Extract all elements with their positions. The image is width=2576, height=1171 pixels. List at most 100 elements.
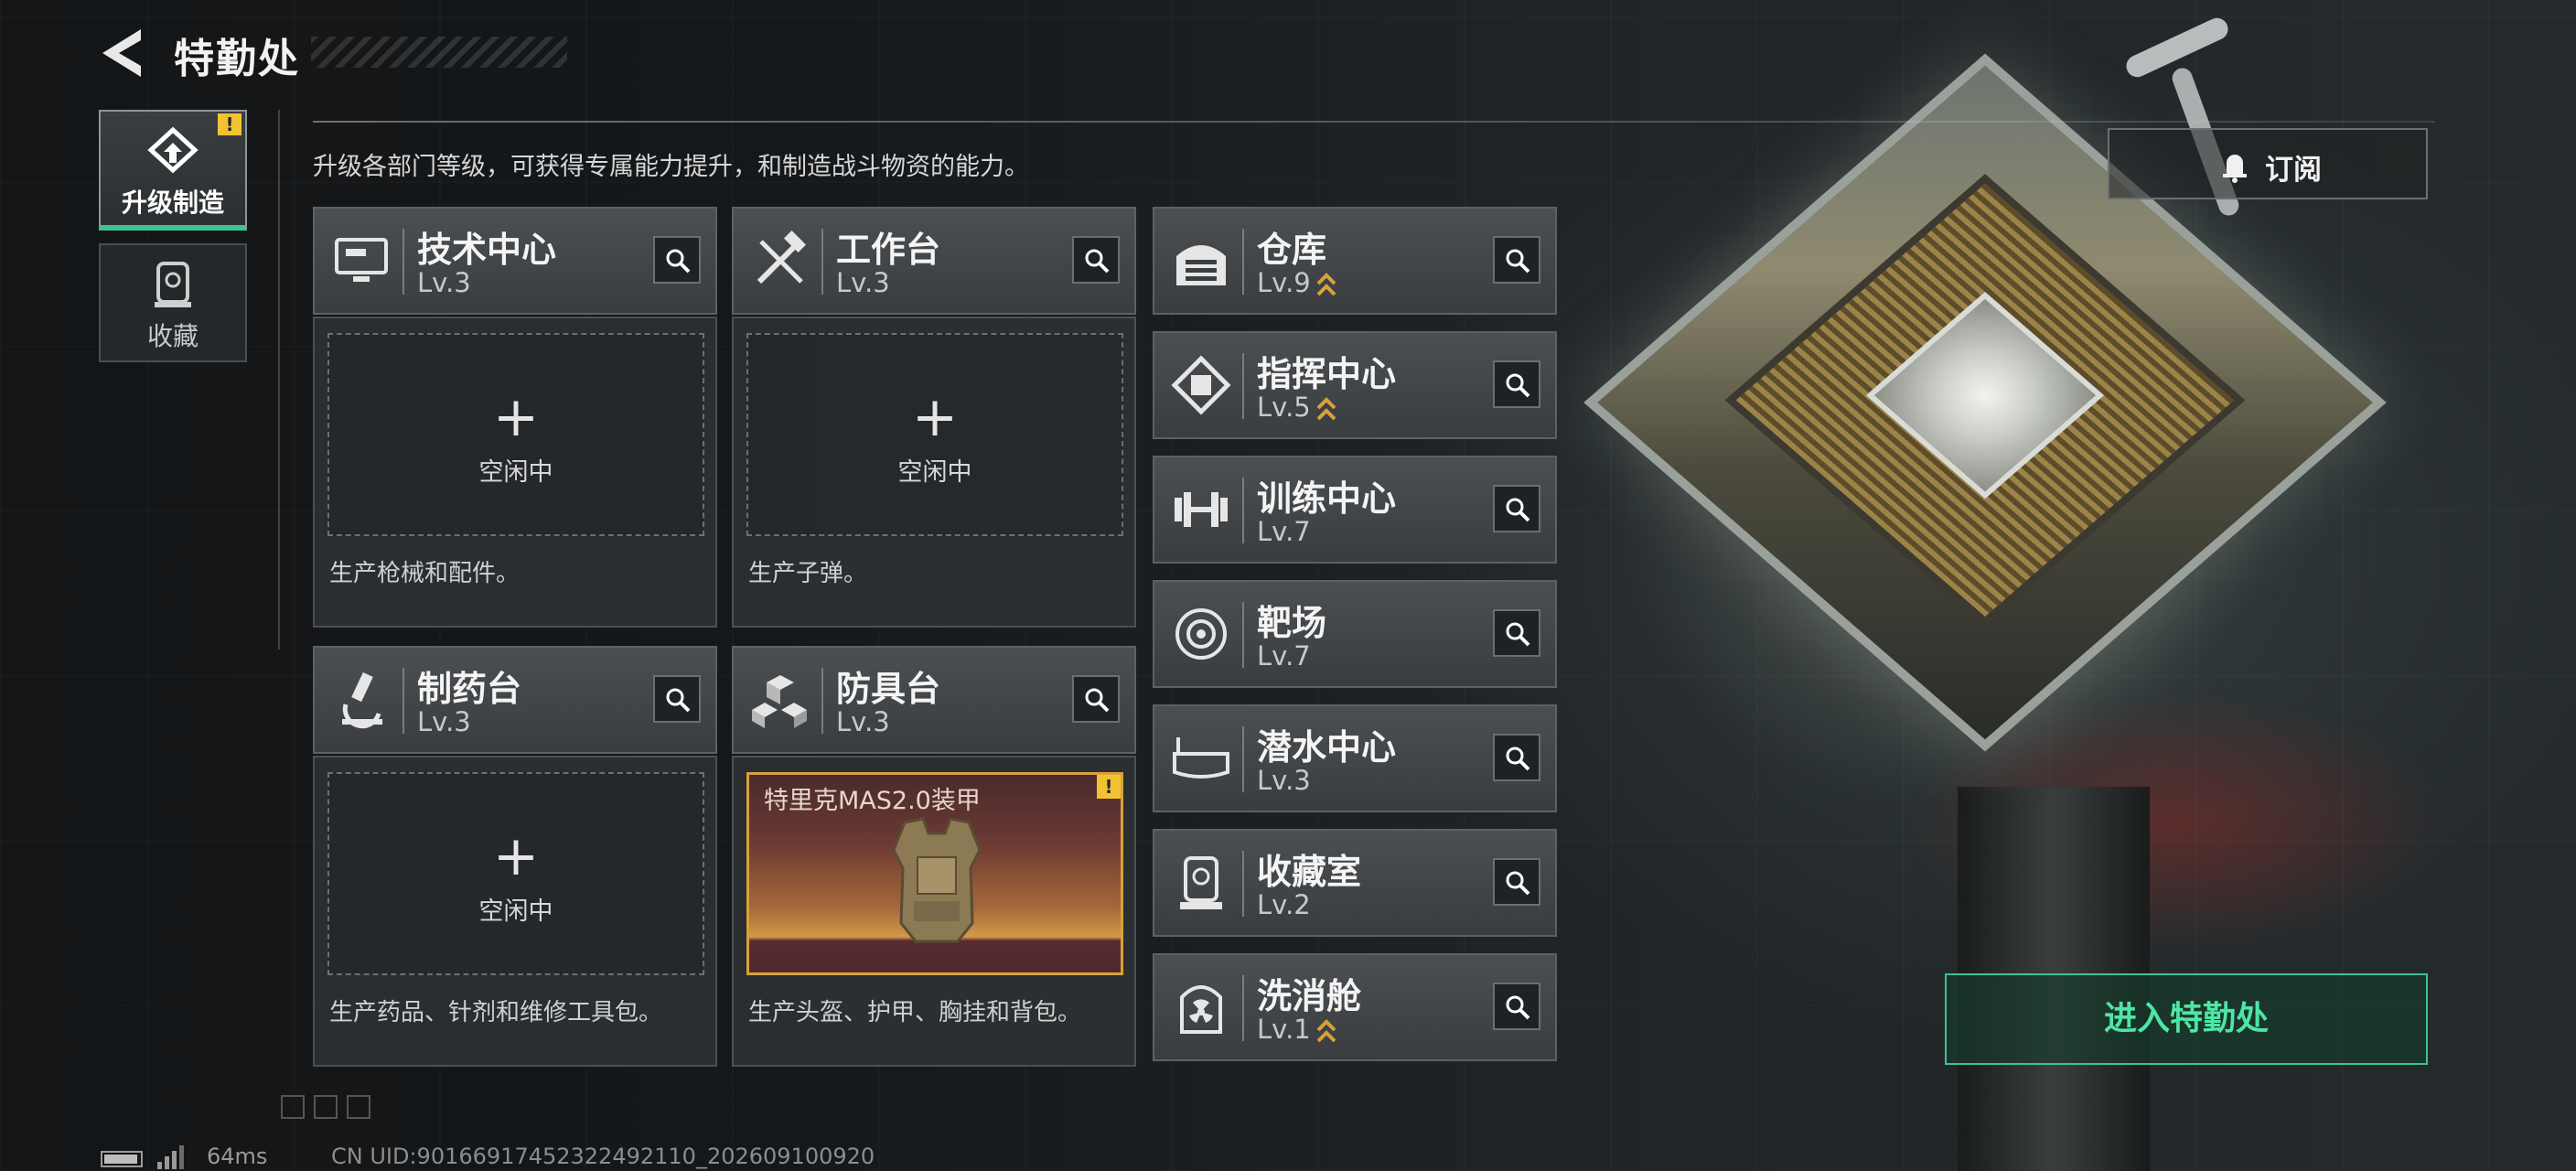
ping-readout: 64ms <box>207 1144 268 1169</box>
collection-icon <box>1180 856 1222 909</box>
department-level: Lv.3 <box>417 706 471 737</box>
department-command-center[interactable]: 指挥中心 Lv.5 <box>1153 331 1557 439</box>
subscribe-label: 订阅 <box>2265 154 2322 187</box>
department-warehouse[interactable]: 仓库 Lv.9 <box>1153 207 1557 315</box>
dive-mask-icon <box>1173 737 1229 779</box>
department-level-row: Lv.1 <box>1257 1014 1336 1045</box>
slot-status: 空闲中 <box>897 458 972 487</box>
warehouse-icon <box>1176 245 1226 285</box>
card-header-pharmacy[interactable]: 制药台 Lv.3 <box>313 646 717 754</box>
department-decontamination[interactable]: 洗消舱 Lv.1 <box>1153 953 1557 1061</box>
department-level: Lv.3 <box>836 267 890 298</box>
department-name: 训练中心 <box>1257 478 1397 519</box>
card-description: 生产药品、针剂和维修工具包。 <box>329 999 663 1026</box>
boxes-icon <box>752 675 807 728</box>
plus-icon: + <box>492 824 540 888</box>
department-level: Lv.1 <box>1257 1014 1311 1045</box>
department-level: Lv.5 <box>1257 392 1311 423</box>
inspect-button[interactable] <box>1493 360 1540 408</box>
inspect-button[interactable] <box>653 236 701 284</box>
upgrade-available-icon <box>1316 1019 1336 1043</box>
tab-upgrade-craft[interactable]: ! 升级制造 <box>99 110 247 231</box>
user-uid: CN UID:901669174523224921​10_20260910092… <box>331 1144 875 1169</box>
department-level: Lv.7 <box>1257 516 1311 547</box>
department-name: 工作台 <box>836 230 941 270</box>
card-description: 生产枪械和配件。 <box>329 560 521 587</box>
card-header-tech-center[interactable]: 技术中心 Lv.3 <box>313 207 717 315</box>
radiation-icon <box>1180 985 1222 1034</box>
search-icon <box>666 688 691 713</box>
header-separator <box>1242 478 1244 543</box>
department-level: Lv.3 <box>836 706 890 737</box>
slot-status: 空闲中 <box>478 458 553 487</box>
department-name: 仓库 <box>1257 230 1327 270</box>
battery-icon <box>101 1151 143 1167</box>
search-icon <box>666 249 691 274</box>
plus-icon: + <box>911 385 959 449</box>
inspect-button[interactable] <box>1493 858 1540 906</box>
department-level: Lv.3 <box>417 267 471 298</box>
craft-slot[interactable]: + 空闲中 <box>327 333 704 536</box>
page-title: 特勤处 <box>174 36 300 82</box>
status-squares-icon <box>281 1095 370 1119</box>
search-icon <box>1506 747 1530 771</box>
inspect-button[interactable] <box>1493 983 1540 1030</box>
header-separator <box>1242 229 1244 295</box>
enter-special-ops-button[interactable]: 进入特勤处 <box>1945 973 2428 1065</box>
department-level-row: Lv.9 <box>1257 267 1336 298</box>
card-body-armor-bench: 特里克MAS2.0装甲 ! 生产头盔、护甲、胸挂和背包。 <box>732 756 1136 1067</box>
header-separator <box>402 668 404 734</box>
header-separator <box>1242 726 1244 792</box>
card-header-workbench[interactable]: 工作台 Lv.3 <box>732 207 1136 315</box>
card-body-workbench: + 空闲中 生产子弹。 <box>732 317 1136 628</box>
department-name: 洗消舱 <box>1257 976 1362 1016</box>
card-header-armor-bench[interactable]: 防具台 Lv.3 <box>732 646 1136 754</box>
inspect-button[interactable] <box>653 675 701 723</box>
department-level: Lv.2 <box>1257 889 1311 920</box>
plus-icon: + <box>492 385 540 449</box>
inspect-button[interactable] <box>1072 236 1120 284</box>
department-name: 防具台 <box>836 669 941 709</box>
target-icon <box>1175 608 1227 660</box>
collection-icon <box>155 262 191 307</box>
inspect-button[interactable] <box>1072 675 1120 723</box>
bell-icon <box>2223 155 2247 183</box>
department-collection-room[interactable]: 收藏室 Lv.2 <box>1153 829 1557 937</box>
crafting-item-slot[interactable]: 特里克MAS2.0装甲 ! <box>746 772 1123 975</box>
chip-icon <box>1171 355 1231 415</box>
item-name: 特里克MAS2.0装甲 <box>764 787 981 815</box>
search-icon <box>1506 498 1530 522</box>
back-arrow-icon[interactable] <box>99 26 145 81</box>
cube-inner <box>1724 174 2246 627</box>
header-separator <box>1242 851 1244 917</box>
tab-collection[interactable]: 收藏 <box>99 243 247 362</box>
department-name: 潜水中心 <box>1257 727 1397 768</box>
card-body-tech-center: + 空闲中 生产枪械和配件。 <box>313 317 717 628</box>
alert-badge: ! <box>218 113 242 135</box>
upgrade-icon <box>147 126 199 174</box>
department-name: 制药台 <box>417 669 522 709</box>
inspect-button[interactable] <box>1493 734 1540 781</box>
card-description: 生产头盔、护甲、胸挂和背包。 <box>748 999 1082 1026</box>
subscribe-button[interactable]: 订阅 <box>2108 128 2428 199</box>
header-separator <box>1242 975 1244 1041</box>
department-training-center[interactable]: 训练中心 Lv.7 <box>1153 456 1557 564</box>
craft-slot[interactable]: + 空闲中 <box>327 772 704 975</box>
search-icon <box>1506 871 1530 896</box>
department-shooting-range[interactable]: 靶场 Lv.7 <box>1153 580 1557 688</box>
inspect-button[interactable] <box>1493 485 1540 532</box>
header-divider <box>313 121 2435 123</box>
craft-slot[interactable]: + 空闲中 <box>746 333 1123 536</box>
signal-icon <box>157 1145 184 1169</box>
inspect-button[interactable] <box>1493 236 1540 284</box>
search-icon <box>1085 249 1110 274</box>
inspect-button[interactable] <box>1493 609 1540 657</box>
department-dive-center[interactable]: 潜水中心 Lv.3 <box>1153 704 1557 812</box>
microscope-icon <box>342 671 382 729</box>
department-name: 收藏室 <box>1257 852 1362 892</box>
header-separator <box>402 229 404 295</box>
search-icon <box>1506 249 1530 274</box>
tools-icon <box>757 230 807 285</box>
card-description: 生产子弹。 <box>748 560 868 587</box>
armor-vest-icon <box>892 817 982 943</box>
